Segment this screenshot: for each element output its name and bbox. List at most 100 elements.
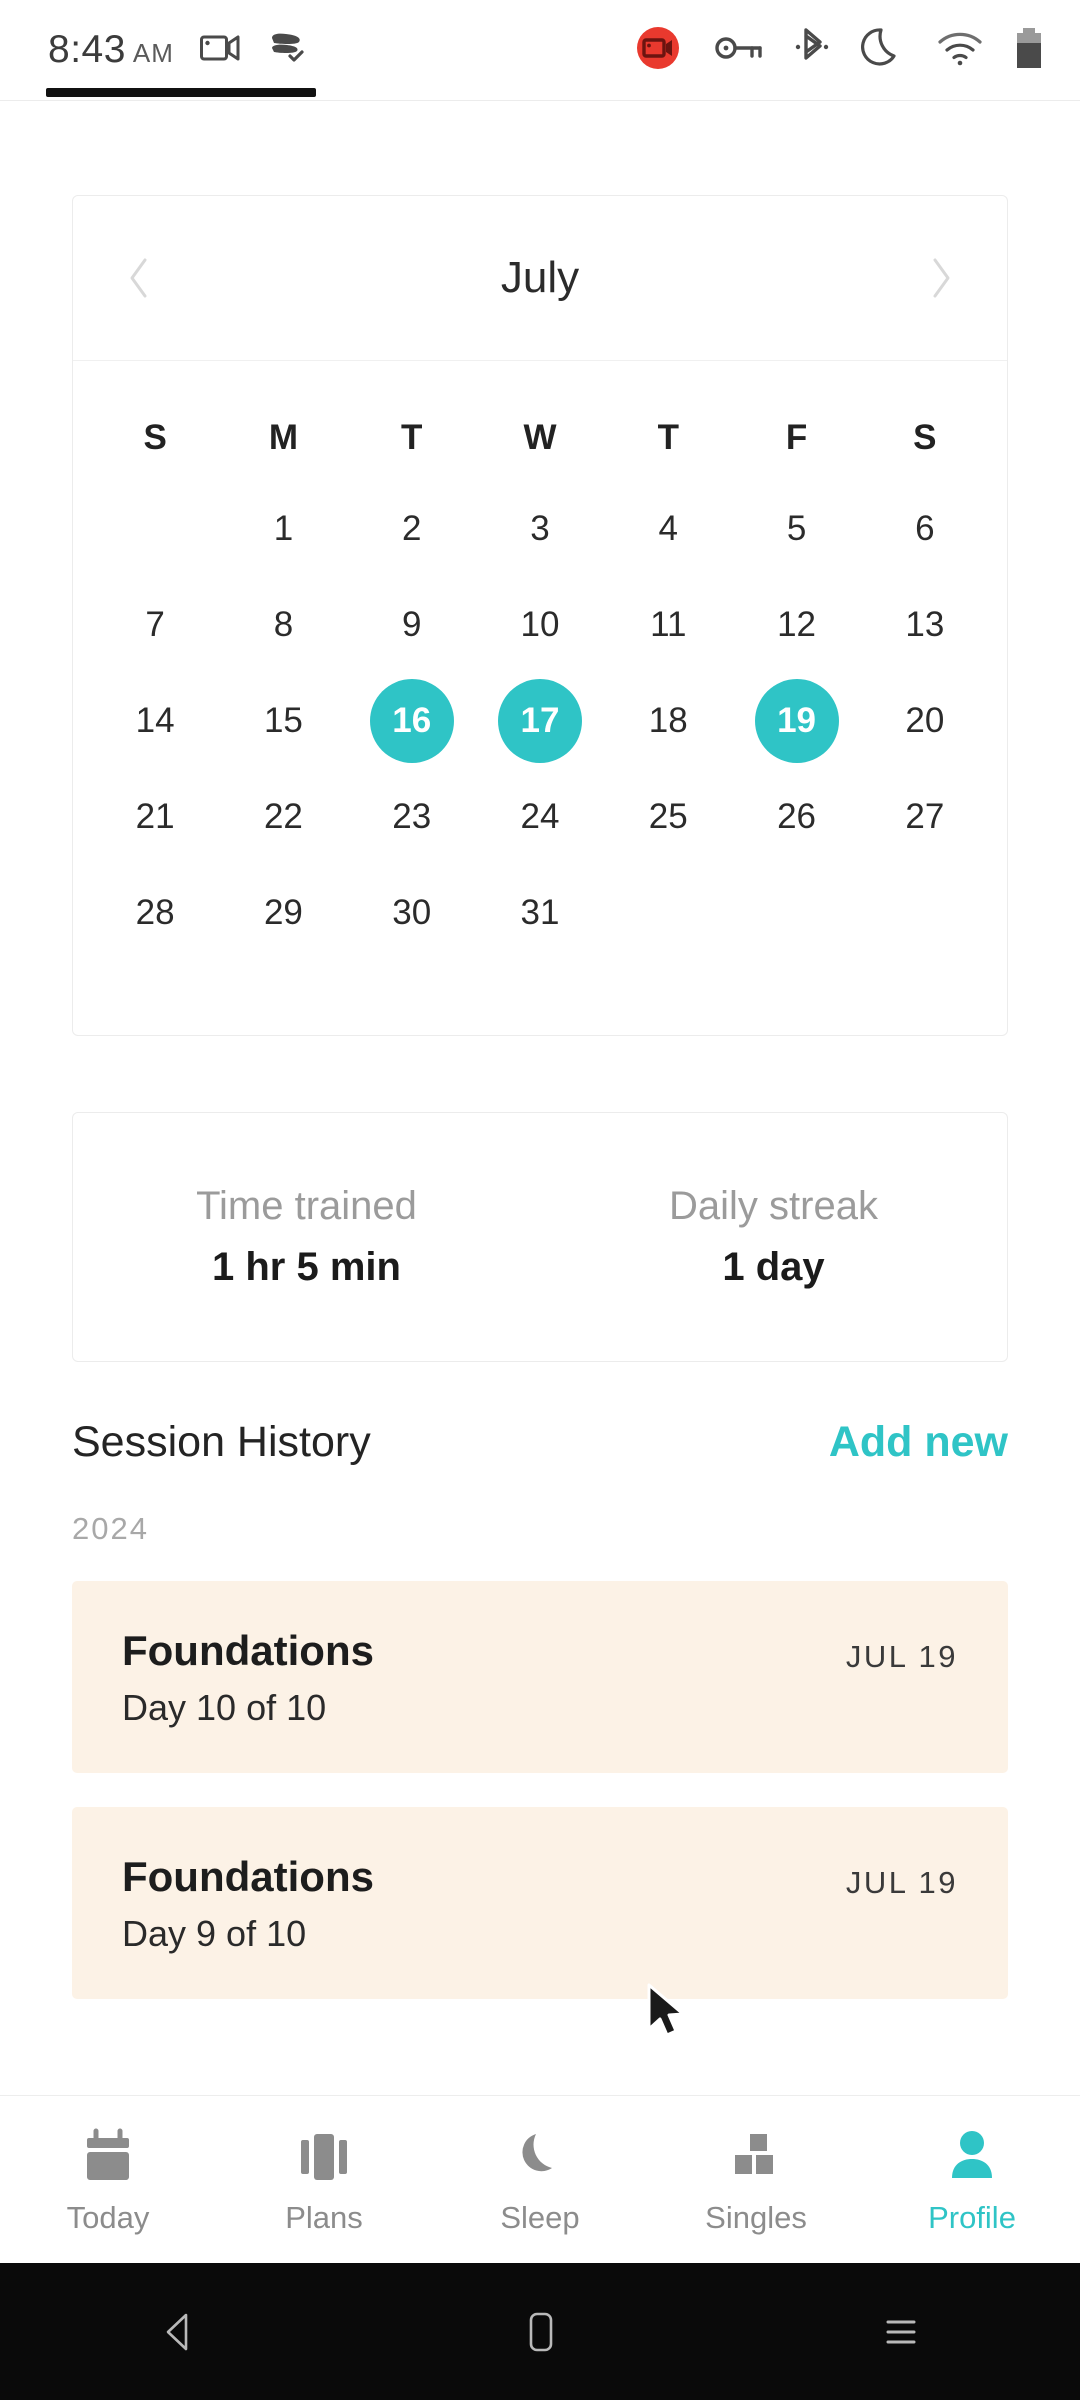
moon-icon	[512, 2124, 568, 2186]
person-icon	[944, 2124, 1000, 2186]
stats-card: Time trained 1 hr 5 min Daily streak 1 d…	[72, 1112, 1008, 1362]
weekday-label: W	[523, 418, 557, 457]
calendar-day-empty	[91, 481, 219, 577]
android-home-button[interactable]	[360, 2309, 720, 2355]
session-card[interactable]: Foundations Day 10 of 10 JUL 19	[72, 1581, 1008, 1773]
battery-icon	[1014, 26, 1044, 75]
calendar-day[interactable]: 3	[476, 481, 604, 577]
nav-item-today[interactable]: Today	[0, 2124, 216, 2236]
calendar-day[interactable]: 1	[219, 481, 347, 577]
session-history-title: Session History	[72, 1418, 371, 1466]
session-name: Foundations	[122, 1627, 374, 1674]
calendar-month-label: July	[500, 253, 580, 302]
chevron-left-icon	[130, 258, 147, 298]
calendar-day-empty	[732, 865, 860, 961]
calendar-day[interactable]: 12	[732, 577, 860, 673]
nav-item-profile[interactable]: Profile	[864, 2124, 1080, 2236]
calendar-day-empty	[604, 865, 732, 961]
nav-item-sleep[interactable]: Sleep	[432, 2124, 648, 2236]
calendar-day[interactable]: 9	[348, 577, 476, 673]
stat-time-trained: Time trained 1 hr 5 min	[73, 1184, 540, 1290]
status-bar-indicator	[46, 88, 316, 97]
calendar-day[interactable]: 27	[861, 769, 989, 865]
cast-icon	[266, 31, 308, 70]
status-bar: 8:43 AM	[0, 0, 1080, 100]
session-history-year: 2024	[72, 1511, 149, 1546]
calendar-day-highlighted[interactable]: 19	[732, 673, 860, 769]
calendar-day[interactable]: 20	[861, 673, 989, 769]
nav-item-singles[interactable]: Singles	[648, 2124, 864, 2236]
calendar-day[interactable]: 21	[91, 769, 219, 865]
calendar-header: July	[73, 196, 1007, 361]
weekday-label: S	[143, 418, 167, 457]
cards-icon	[296, 2124, 352, 2186]
calendar-day[interactable]: 6	[861, 481, 989, 577]
next-month-button[interactable]	[919, 256, 963, 300]
calendar-day[interactable]: 26	[732, 769, 860, 865]
weekday-row: SMTWTFS	[91, 395, 989, 481]
calendar-day-label: 16	[369, 679, 454, 763]
add-new-button[interactable]: Add new	[829, 1418, 1008, 1467]
calendar-day[interactable]: 10	[476, 577, 604, 673]
calendar-week-row: 14 15 16 17 18 19 20	[91, 673, 989, 769]
calendar-day[interactable]: 2	[348, 481, 476, 577]
prev-month-button[interactable]	[117, 256, 161, 300]
calendar-day[interactable]: 28	[91, 865, 219, 961]
calendar-day[interactable]: 4	[604, 481, 732, 577]
calendar-day[interactable]: 29	[219, 865, 347, 961]
calendar-day[interactable]: 8	[219, 577, 347, 673]
phone-screen: 8:43 AM July S M T W T F S 1 2 3 4 5 6 7…	[0, 0, 1080, 2400]
calendar-day-label: 19	[754, 679, 839, 763]
calendar-week-row: 7 8 9 10 11 12 13	[91, 577, 989, 673]
session-info: Foundations Day 10 of 10	[122, 1627, 374, 1729]
clock-time: 8:43	[48, 28, 126, 71]
stat-value: 1 day	[722, 1245, 825, 1289]
session-progress: Day 10 of 10	[122, 1687, 327, 1728]
calendar-day[interactable]: 5	[732, 481, 860, 577]
home-square-icon	[529, 2312, 553, 2351]
calendar-week-row: 28 29 30 31	[91, 865, 989, 961]
weekday-label: S	[913, 418, 937, 457]
session-info: Foundations Day 9 of 10	[122, 1853, 374, 1955]
chevron-right-icon	[933, 258, 950, 298]
calendar-day[interactable]: 14	[91, 673, 219, 769]
calendar-day[interactable]: 22	[219, 769, 347, 865]
android-navigation-bar	[0, 2263, 1080, 2400]
session-list: Foundations Day 10 of 10 JUL 19 Foundations…	[72, 1581, 1008, 1999]
back-triangle-icon	[166, 2313, 188, 2350]
weekday-label: T	[401, 418, 423, 457]
calendar-day-highlighted[interactable]: 17	[476, 673, 604, 769]
calendar-day[interactable]: 31	[476, 865, 604, 961]
session-history-header: Session History Add new	[72, 1418, 1008, 1467]
calendar-weeks: 1 2 3 4 5 6 7 8 9 10 11 12 13 14 15 16 17 18 19 20 21 22 23 24 2…	[91, 481, 989, 961]
calendar-week-row: 123456	[91, 481, 989, 577]
calendar-day[interactable]: 15	[219, 673, 347, 769]
nav-item-label: Profile	[928, 2199, 1016, 2235]
weekday-label: F	[785, 418, 808, 457]
calendar-day[interactable]: 18	[604, 673, 732, 769]
nav-item-plans[interactable]: Plans	[216, 2124, 432, 2236]
android-back-button[interactable]	[0, 2311, 360, 2353]
recents-lines-icon	[886, 2320, 916, 2343]
calendar-day[interactable]: 13	[861, 577, 989, 673]
session-card[interactable]: Foundations Day 9 of 10 JUL 19	[72, 1807, 1008, 1999]
session-name: Foundations	[122, 1853, 374, 1900]
calendar-day[interactable]: 11	[604, 577, 732, 673]
calendar-day-empty	[861, 865, 989, 961]
calendar-day-label: 17	[497, 679, 582, 763]
nav-item-label: Sleep	[500, 2199, 580, 2235]
session-progress: Day 9 of 10	[122, 1913, 307, 1954]
android-recents-button[interactable]	[720, 2312, 1080, 2352]
status-bar-left: 8:43 AM	[48, 28, 308, 72]
calendar-day[interactable]: 24	[476, 769, 604, 865]
calendar-day[interactable]: 25	[604, 769, 732, 865]
screen-record-icon	[199, 32, 240, 69]
calendar-day[interactable]: 7	[91, 577, 219, 673]
calendar-day-highlighted[interactable]: 16	[348, 673, 476, 769]
calendar-day[interactable]: 30	[348, 865, 476, 961]
session-date: JUL 19	[845, 1865, 958, 1900]
calendar-grid: SMTWTFS 1 2 3 4 5 6 7 8 9 10 11 12 13 14 15 16 17 18 19 20 2…	[73, 361, 1007, 1035]
nav-item-label: Today	[66, 2199, 150, 2235]
calendar-day[interactable]: 23	[348, 769, 476, 865]
stat-daily-streak: Daily streak 1 day	[540, 1184, 1007, 1290]
